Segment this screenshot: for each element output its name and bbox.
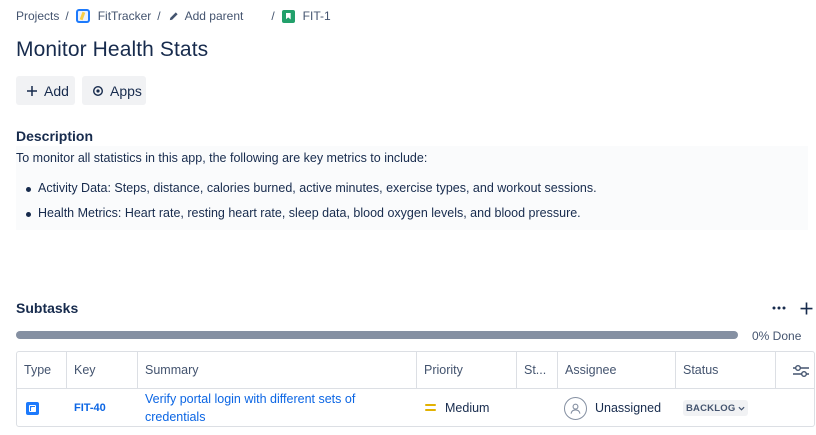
- status-cell: BACKLOG: [683, 389, 749, 426]
- priority-medium-icon: [425, 404, 436, 412]
- table-row[interactable]: FIT-40 Verify portal login with differen…: [17, 389, 814, 426]
- pencil-icon: [168, 11, 179, 22]
- priority-label: Medium: [445, 401, 490, 415]
- apps-icon: [92, 85, 104, 97]
- status-label: BACKLOG: [686, 402, 736, 414]
- table-header: Type Key Summary Priority St... Assignee…: [17, 352, 814, 389]
- breadcrumb-issue[interactable]: FIT-1: [281, 9, 331, 23]
- bullet-dot: [26, 212, 31, 217]
- description-bullet: Health Metrics: Heart rate, resting hear…: [26, 206, 597, 231]
- issue-summary-link[interactable]: Verify portal login with different sets …: [145, 390, 405, 426]
- breadcrumb-separator: /: [157, 9, 161, 23]
- issue-key-link[interactable]: FIT-40: [74, 402, 106, 414]
- breadcrumb-project[interactable]: FitTracker: [75, 9, 152, 23]
- apps-button-label: Apps: [110, 82, 142, 99]
- column-header-assignee[interactable]: Assignee: [558, 352, 676, 388]
- description-intro: To monitor all statistics in this app, t…: [16, 151, 428, 165]
- breadcrumb-project-label: FitTracker: [97, 9, 152, 23]
- priority-cell[interactable]: Medium: [425, 389, 490, 426]
- add-button-label: Add: [44, 82, 69, 99]
- add-subtask-plus-icon[interactable]: [798, 300, 814, 316]
- description-heading: Description: [16, 128, 94, 144]
- column-header-key[interactable]: Key: [67, 352, 138, 388]
- settings-icon[interactable]: [792, 362, 810, 380]
- page-title[interactable]: Monitor Health Stats: [16, 38, 208, 62]
- key-cell: FIT-40: [74, 389, 106, 426]
- bullet-dot: [26, 187, 31, 192]
- type-cell: [26, 389, 39, 426]
- column-header-type[interactable]: Type: [17, 352, 67, 388]
- apps-button[interactable]: Apps: [82, 76, 146, 105]
- breadcrumb-separator: /: [271, 9, 275, 23]
- column-header-story-points[interactable]: St...: [517, 352, 558, 388]
- status-dropdown[interactable]: BACKLOG: [683, 400, 749, 416]
- description-bullet-list: Activity Data: Steps, distance, calories…: [26, 181, 597, 231]
- story-icon: [281, 9, 295, 23]
- more-icon[interactable]: [771, 300, 787, 316]
- breadcrumb-separator: /: [65, 9, 69, 23]
- breadcrumb-projects[interactable]: Projects: [16, 9, 59, 23]
- column-header-summary[interactable]: Summary: [138, 352, 417, 388]
- description-bullet: Activity Data: Steps, distance, calories…: [26, 181, 597, 206]
- breadcrumb: Projects / FitTracker / Add parent / FIT…: [16, 8, 331, 24]
- description-bullet-text: Health Metrics: Heart rate, resting hear…: [38, 206, 581, 220]
- add-parent-link[interactable]: Add parent: [168, 9, 244, 23]
- breadcrumb-issue-key: FIT-1: [302, 9, 331, 23]
- chevron-down-icon: [738, 406, 745, 411]
- subtask-icon: [26, 401, 39, 415]
- subtasks-progress-bar: [16, 331, 738, 339]
- assignee-label: Unassigned: [595, 401, 662, 415]
- subtasks-heading: Subtasks: [16, 300, 79, 316]
- column-header-status[interactable]: Status: [676, 352, 776, 388]
- subtasks-table: Type Key Summary Priority St... Assignee…: [16, 351, 815, 427]
- avatar-icon: [564, 396, 587, 420]
- project-icon: [75, 9, 90, 23]
- description-body[interactable]: To monitor all statistics in this app, t…: [16, 146, 808, 230]
- plus-icon: [26, 85, 38, 97]
- add-parent-label: Add parent: [184, 9, 244, 23]
- subtasks-progress-label: 0% Done: [752, 329, 802, 343]
- column-header-priority[interactable]: Priority: [417, 352, 517, 388]
- add-button[interactable]: Add: [16, 76, 75, 105]
- description-bullet-text: Activity Data: Steps, distance, calories…: [38, 181, 597, 195]
- assignee-cell[interactable]: Unassigned: [564, 389, 662, 426]
- summary-cell: Verify portal login with different sets …: [145, 389, 405, 426]
